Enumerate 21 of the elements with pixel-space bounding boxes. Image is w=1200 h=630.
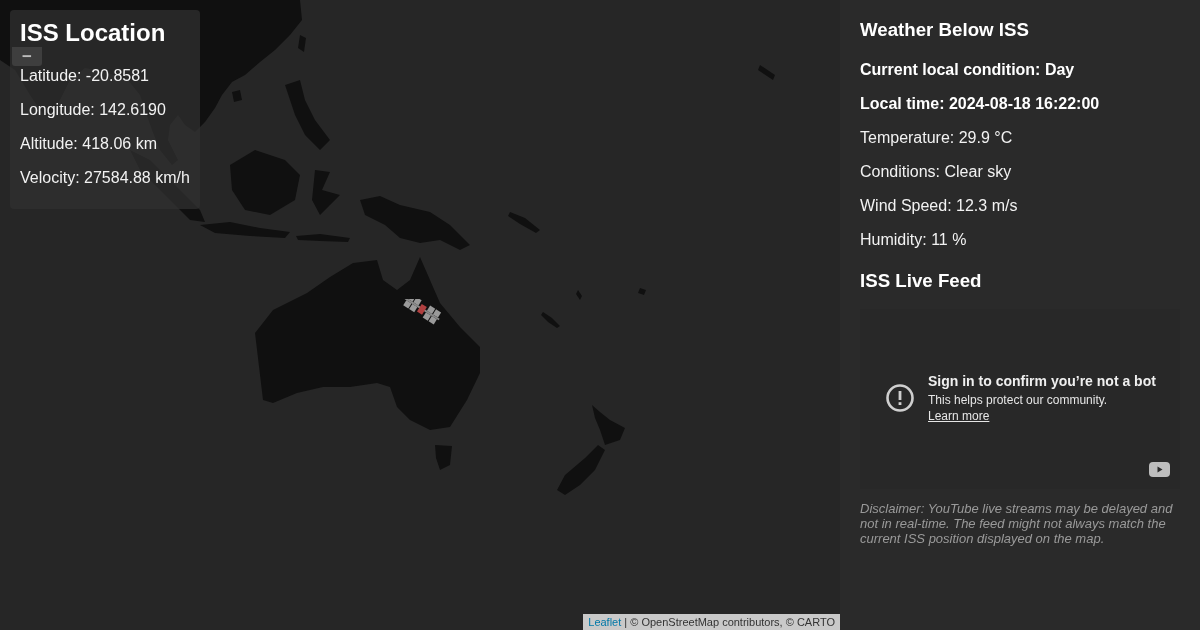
learn-more-link[interactable]: Learn more (928, 409, 990, 423)
weather-detail-text: Wind Speed: 12.3 m/s (860, 197, 1019, 215)
weather-highlight-text: Current local condition: Day (860, 61, 1076, 79)
play-logo-icon[interactable] (1149, 462, 1170, 477)
map-attribution: Leaflet | © OpenStreetMap contributors, © CARTO (583, 614, 840, 630)
panel-title: ISS Location (20, 20, 167, 46)
zoom-out-button[interactable]: − (12, 47, 42, 66)
coordinate-text: Latitude: -20.8581 (20, 67, 150, 85)
coordinate-text: Longitude: 142.6190 (20, 101, 167, 119)
disclaimer-text: Disclaimer: YouTube live streams may be delayed and not in real-time. The feed might not always match the current ISS position displayed on the map. (860, 501, 1174, 546)
weather-highlight-text: Local time: 2024-08-18 16:22:00 (860, 95, 1101, 113)
section-title: ISS Live Feed (860, 270, 983, 292)
video-error-title: Sign in to confirm you’re not a bot (928, 372, 1156, 390)
weather-detail-text: Humidity: 11 % (860, 231, 968, 249)
weather-detail-text: Temperature: 29.9 °C (860, 129, 1014, 147)
alert-icon (886, 384, 914, 412)
coordinate-text: Altitude: 418.06 km (20, 135, 158, 153)
coordinate-text: Velocity: 27584.88 km/h (20, 169, 190, 187)
weather-detail-text: Conditions: Clear sky (860, 163, 1013, 181)
video-error-message: This helps protect our community. Learn more (928, 392, 1109, 424)
section-title: Weather Below ISS (860, 19, 1030, 41)
